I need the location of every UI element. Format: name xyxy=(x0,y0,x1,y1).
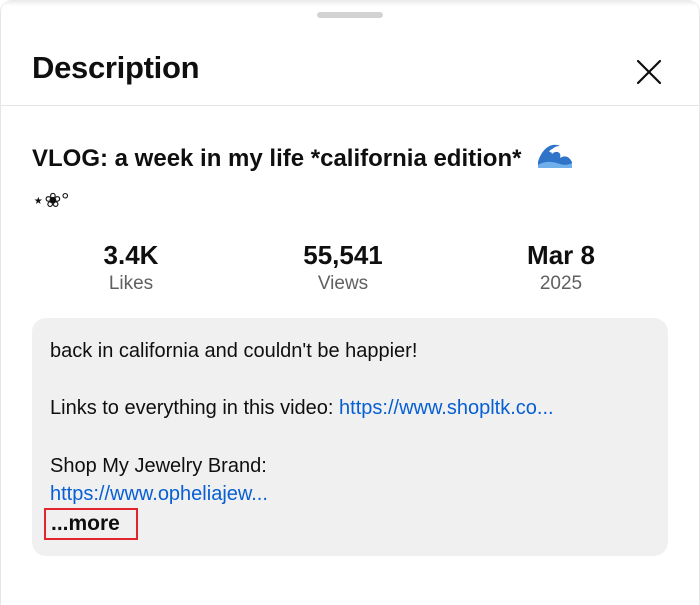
stat-views: 55,541 Views xyxy=(243,240,443,298)
upload-year: 2025 xyxy=(539,273,583,294)
water-wave-icon xyxy=(536,138,575,181)
description-line: back in california and couldn't be happi… xyxy=(50,340,418,362)
upload-date: Mar 8 xyxy=(527,240,595,270)
links-line: Links to everything in this video: https… xyxy=(50,395,554,421)
stat-likes: 3.4K Likes xyxy=(31,240,231,298)
jewelry-label: Shop My Jewelry Brand: xyxy=(50,455,267,477)
video-title: VLOG: a week in my life *california edit… xyxy=(32,138,652,220)
close-icon xyxy=(636,59,662,85)
views-count: 55,541 xyxy=(303,240,383,270)
drag-handle[interactable] xyxy=(317,12,383,18)
stat-date: Mar 8 2025 xyxy=(461,240,661,298)
sheet-top-edge xyxy=(1,0,699,6)
description-sheet: Description VLOG: a week in my life *cal… xyxy=(0,0,700,605)
likes-label: Likes xyxy=(108,273,154,294)
description-box[interactable]: back in california and couldn't be happi… xyxy=(32,318,668,556)
video-title-text: VLOG: a week in my life *california edit… xyxy=(32,145,522,172)
stats-row: 3.4K Likes 55,541 Views Mar 8 2025 xyxy=(1,240,699,300)
links-prefix: Links to everything in this video: xyxy=(50,397,340,419)
video-title-decoration: ⋆❀° xyxy=(32,190,70,212)
sheet-title: Description xyxy=(32,50,200,85)
sheet-header: Description xyxy=(1,40,699,106)
likes-count: 3.4K xyxy=(103,240,159,270)
views-label: Views xyxy=(317,273,369,294)
shopltk-link[interactable]: https://www.shopltk.co... xyxy=(339,397,554,419)
jewelry-line: https://www.opheliajew... xyxy=(50,481,268,507)
jewelry-link[interactable]: https://www.opheliajew... xyxy=(50,483,268,505)
more-button[interactable]: ...more xyxy=(44,508,138,540)
close-button[interactable] xyxy=(629,52,669,92)
